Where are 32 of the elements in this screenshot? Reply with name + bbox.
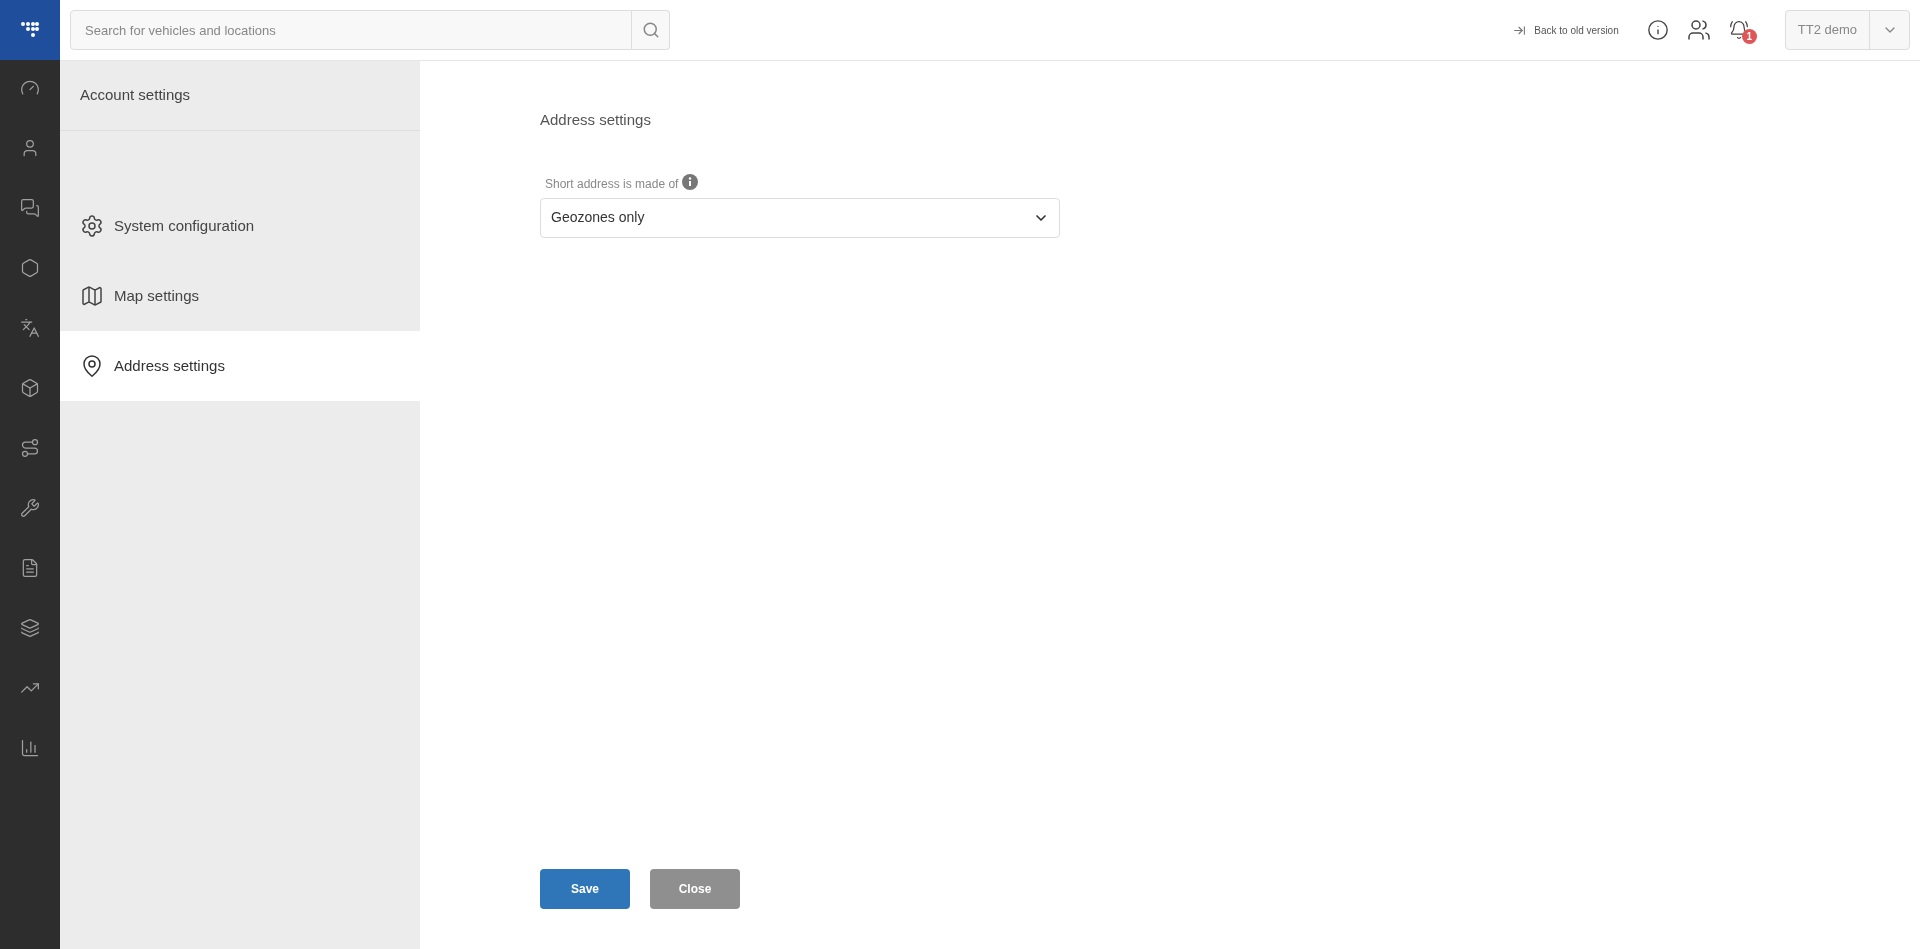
sidebar-item[interactable]: Address settings xyxy=(60,331,420,401)
document-icon[interactable] xyxy=(20,558,40,578)
users-icon[interactable] xyxy=(1686,18,1711,42)
short-address-dropdown[interactable]: Geozones only xyxy=(540,197,1060,238)
wrench-icon[interactable] xyxy=(20,498,40,518)
notifications-button[interactable]: 1 xyxy=(1728,17,1755,43)
info-icon[interactable] xyxy=(682,173,699,190)
map-pin-icon xyxy=(80,354,104,378)
info-icon[interactable] xyxy=(1646,19,1669,41)
notification-count: 1 xyxy=(1741,29,1757,44)
search-button[interactable] xyxy=(632,10,670,50)
box-icon[interactable] xyxy=(20,378,40,398)
map-icon xyxy=(80,284,104,308)
sidebar-item[interactable]: Map settings xyxy=(60,261,420,331)
search-icon xyxy=(641,21,660,39)
dots-logo-icon xyxy=(20,20,40,40)
field-label: Short address is made of xyxy=(545,175,679,193)
back-link[interactable]: Back to old version xyxy=(1513,22,1619,38)
route-icon[interactable] xyxy=(20,438,40,458)
search-field[interactable]: Search for vehicles and locations xyxy=(70,10,632,50)
section-title: Address settings xyxy=(540,110,652,130)
bar-chart-icon[interactable] xyxy=(20,738,40,758)
gear-icon xyxy=(80,214,104,238)
logo-tile[interactable] xyxy=(0,0,60,60)
sidebar-item[interactable]: System configuration xyxy=(60,191,420,261)
layers-icon[interactable] xyxy=(20,618,40,638)
translate-icon[interactable] xyxy=(20,318,40,338)
save-button[interactable]: Save xyxy=(540,869,630,909)
chat-bubbles-icon[interactable] xyxy=(20,198,40,218)
sidebar-title: Account settings xyxy=(80,85,191,106)
arrow-to-line-icon xyxy=(1513,23,1527,37)
hexagon-icon[interactable] xyxy=(20,258,40,278)
